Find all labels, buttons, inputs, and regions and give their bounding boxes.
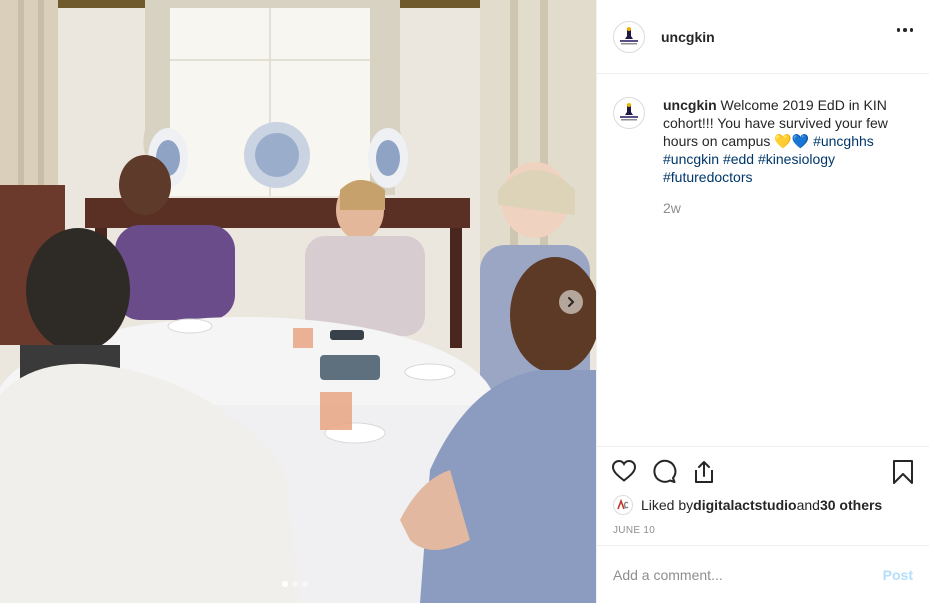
post-date[interactable]: JUNE 10: [613, 525, 655, 536]
comment-form: Post: [597, 545, 929, 603]
more-options-button[interactable]: [896, 28, 913, 32]
act-logo-icon: [617, 498, 629, 510]
photo-illustration: [0, 0, 596, 603]
caption-username[interactable]: uncgkin: [663, 97, 717, 113]
liked-by-user-link[interactable]: digitalactstudio: [693, 497, 796, 513]
comment-button[interactable]: [651, 459, 677, 490]
caption-section: uncgkin Welcome 2019 EdD in KIN cohort!!…: [613, 96, 913, 216]
carousel-next-button[interactable]: [559, 290, 583, 314]
caption-avatar[interactable]: [613, 97, 645, 129]
post-username[interactable]: uncgkin: [661, 29, 715, 45]
carousel-dot-2: [292, 581, 298, 587]
carousel-dot-3: [302, 581, 308, 587]
hashtag-link[interactable]: #uncgkin: [663, 151, 719, 167]
share-icon: [695, 461, 713, 483]
post-comment-button[interactable]: Post: [883, 567, 913, 583]
liked-by-prefix: Liked by: [641, 497, 694, 513]
chevron-right-icon: [568, 297, 575, 307]
yellow-heart-emoji: 💛: [774, 133, 792, 149]
liked-by: Liked by digitalactstudio and 30 others: [613, 495, 882, 515]
liked-by-and: and: [796, 497, 820, 513]
save-button[interactable]: [891, 459, 915, 490]
caption-time-ago[interactable]: 2w: [663, 200, 913, 216]
avatar[interactable]: [613, 20, 645, 53]
uncg-logo-icon: [620, 103, 638, 121]
hashtag-link[interactable]: #kinesiology: [758, 151, 835, 167]
uncg-logo-icon: [620, 26, 638, 44]
carousel-dot-1: [282, 581, 288, 587]
liker-avatar[interactable]: [613, 495, 633, 515]
post-header: uncgkin: [597, 0, 929, 74]
heart-icon: [611, 459, 637, 482]
hashtag-link[interactable]: #edd: [723, 151, 754, 167]
blue-heart-emoji: 💙: [791, 133, 810, 149]
liked-by-others-link[interactable]: 30 others: [820, 497, 882, 513]
post-detail-panel: uncgkin uncgkin Welcome 2019 EdD in KIN …: [596, 0, 929, 603]
caption-text: uncgkin Welcome 2019 EdD in KIN cohort!!…: [663, 96, 899, 186]
comment-icon: [653, 459, 677, 483]
comment-input[interactable]: [613, 566, 883, 583]
hashtag-link[interactable]: #uncghhs: [813, 133, 874, 149]
post-photo[interactable]: [0, 0, 596, 603]
like-button[interactable]: [611, 459, 637, 490]
hashtag-link[interactable]: #futuredoctors: [663, 169, 753, 185]
carousel-indicator: [282, 581, 308, 587]
share-button[interactable]: [691, 459, 717, 490]
more-horizontal-icon: [896, 28, 900, 32]
bookmark-icon: [893, 460, 913, 484]
